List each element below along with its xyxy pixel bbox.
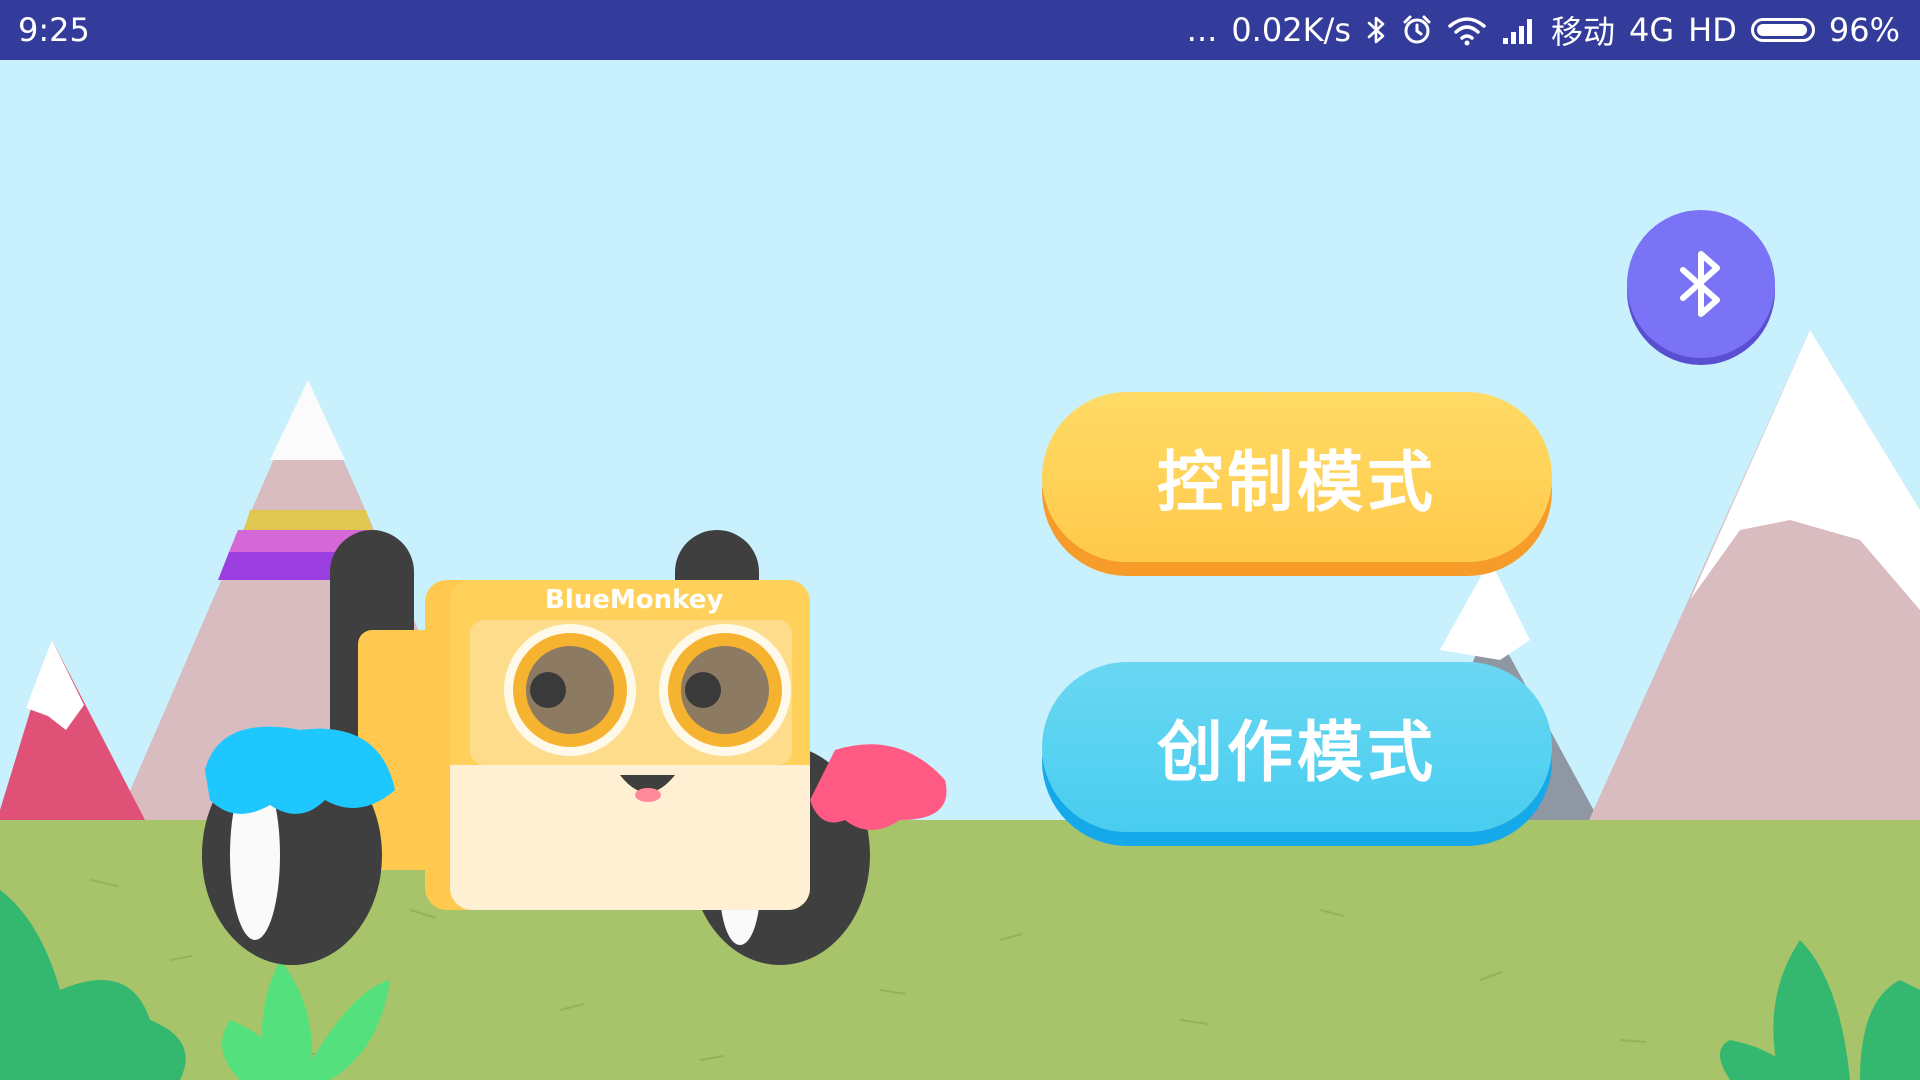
robot-brand-label: BlueMonkey	[545, 585, 724, 615]
background-illustration	[0, 330, 1920, 1080]
battery-percent: 96%	[1828, 11, 1900, 49]
alarm-icon	[1401, 14, 1433, 46]
more-dots: ...	[1186, 11, 1218, 49]
bluetooth-connect-button[interactable]	[1627, 210, 1775, 358]
status-bluetooth-icon	[1365, 14, 1387, 46]
network-speed: 0.02K/s	[1231, 11, 1351, 49]
status-bar: 9:25 ... 0.02K/s 移动 4G HD 96%	[0, 0, 1920, 60]
control-mode-button[interactable]: 控制模式	[1042, 392, 1552, 562]
network-type: 4G	[1629, 11, 1675, 49]
carrier-label: 移动	[1551, 13, 1616, 51]
small-red-mountain	[0, 640, 145, 820]
wifi-icon	[1447, 14, 1487, 46]
status-icons: ... 0.02K/s 移动 4G HD 96%	[1187, 7, 1920, 53]
home-scene: BlueMonkey 控制模式 创作模式	[0, 60, 1920, 1080]
hd-label: HD	[1688, 11, 1737, 49]
create-mode-button[interactable]: 创作模式	[1042, 662, 1552, 832]
create-mode-label: 创作模式	[1157, 714, 1437, 791]
battery-icon	[1750, 18, 1815, 42]
control-mode-label: 控制模式	[1157, 444, 1437, 521]
signal-icon	[1501, 14, 1537, 46]
bluetooth-icon	[1680, 251, 1720, 317]
status-time: 9:25	[18, 11, 90, 49]
